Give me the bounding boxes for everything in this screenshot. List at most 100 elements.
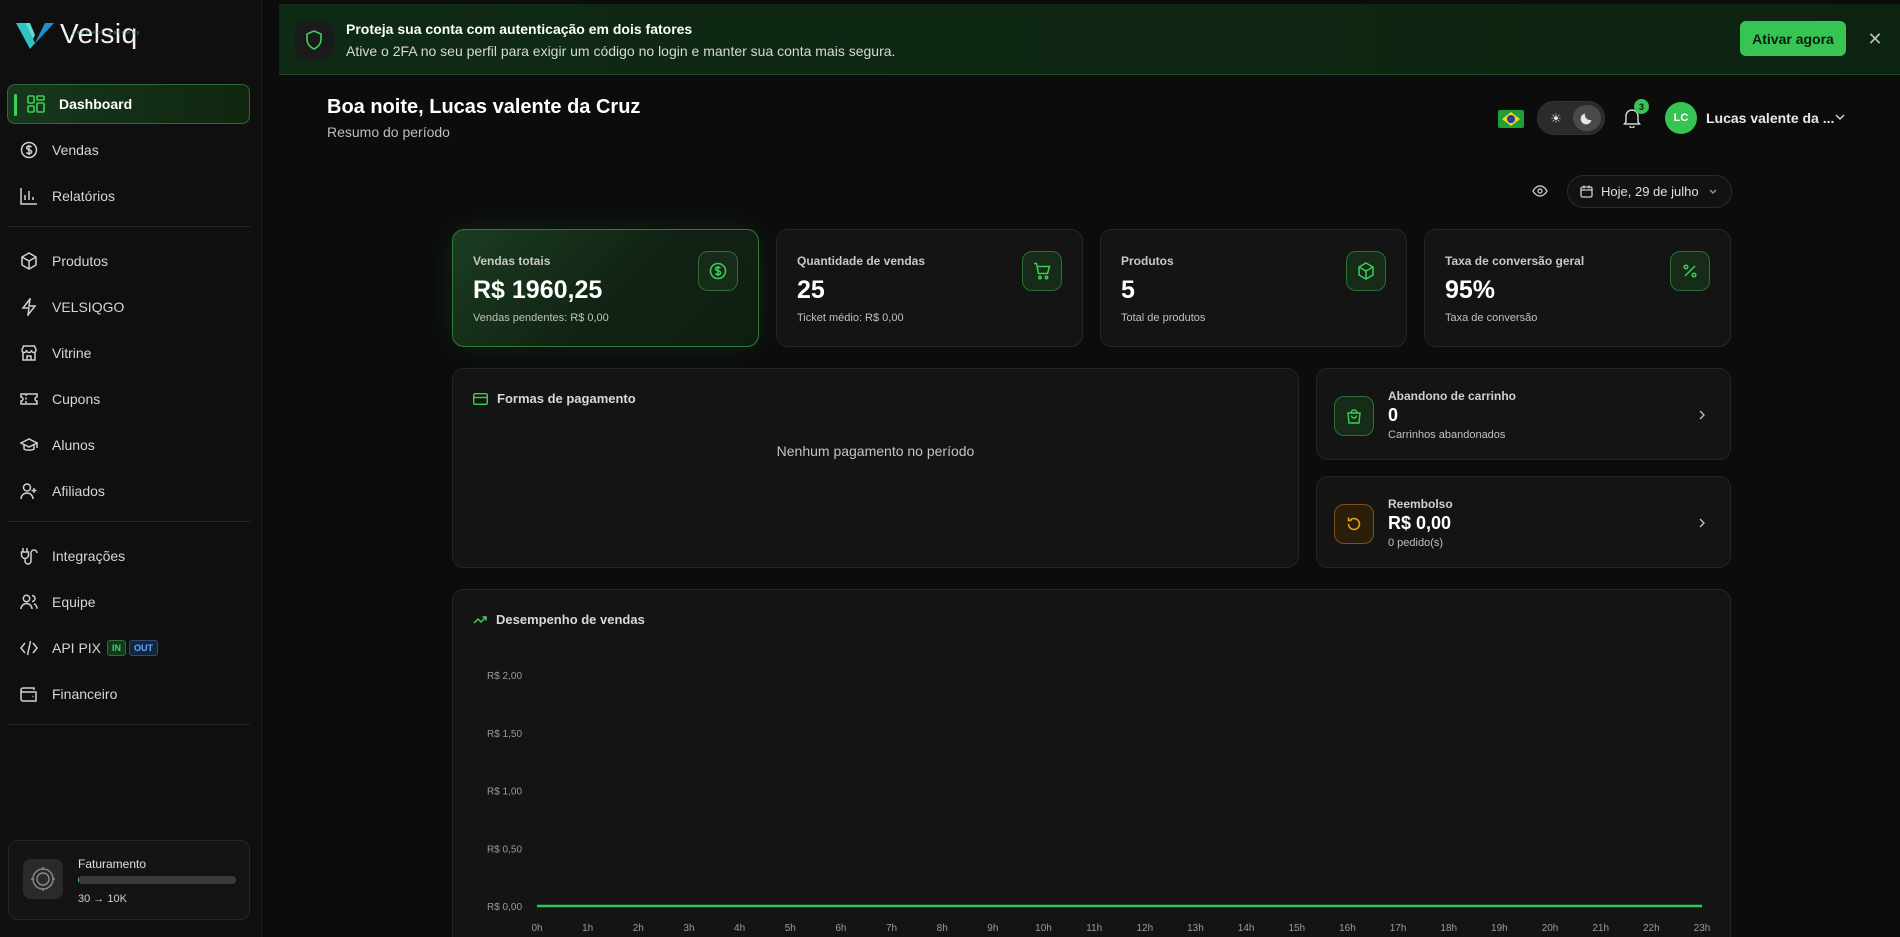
sidebar-item-afiliados[interactable]: Afiliados [7,471,250,511]
avatar[interactable]: LC [1665,102,1697,134]
sidebar-item-dashboard[interactable]: Dashboard [7,84,250,124]
brand-tagline: payment gateway [72,30,142,36]
x-tick-label: 8h [937,923,948,934]
stat-value: 25 [797,276,825,304]
moon-icon[interactable] [1573,105,1601,131]
sidebar-item-alunos[interactable]: Alunos [7,425,250,465]
banner-text: Ative o 2FA no seu perfil para exigir um… [346,43,896,59]
x-tick-label: 6h [835,923,846,934]
stat-card-sales-count[interactable]: Quantidade de vendas 25 Ticket médio: R$… [776,229,1083,347]
x-tick-label: 10h [1035,923,1052,934]
sidebar-item-label: Vendas [52,142,99,158]
sidebar-item-equipe[interactable]: Equipe [7,582,250,622]
payment-methods-title: Formas de pagamento [473,391,636,406]
stat-card-products[interactable]: Produtos 5 Total de produtos [1100,229,1407,347]
brazil-flag-icon[interactable] [1498,110,1524,128]
x-tick-label: 16h [1339,923,1356,934]
chevron-right-icon[interactable] [1694,515,1710,531]
calendar-icon [1580,185,1593,198]
stat-card-total-sales[interactable]: Vendas totais R$ 1960,25 Vendas pendente… [452,229,759,347]
sidebar-item-financeiro[interactable]: Financeiro [7,674,250,714]
x-tick-label: 4h [734,923,745,934]
close-icon[interactable]: ✕ [1864,28,1886,50]
credit-card-icon [473,392,488,405]
x-tick-label: 22h [1643,923,1660,934]
abandon-value: 0 [1388,405,1399,425]
x-tick-label: 21h [1592,923,1609,934]
sales-performance-card: Desempenho de vendas R$ 2,00 R$ 1,50 R$ 1,… [452,589,1731,937]
stat-value: 5 [1121,276,1135,304]
percent-icon [1670,251,1710,291]
chevron-down-icon[interactable] [1832,109,1848,125]
api-out-badge: OUT [129,640,159,656]
stat-label: Produtos [1121,254,1174,268]
stat-label: Taxa de conversão geral [1445,254,1585,268]
sidebar-item-label: Alunos [52,437,95,453]
cart-abandon-card[interactable]: Abandono de carrinho 0 Carrinhos abandon… [1316,368,1731,460]
billing-progress-card[interactable]: Faturamento 30 → 10K [8,840,250,920]
refund-title: Reembolso [1388,497,1453,511]
y-tick-label: R$ 1,50 [487,729,522,740]
ticket-icon [19,389,39,409]
sidebar: Velsiq payment gateway Dashboard Vendas … [0,0,262,937]
code-icon [19,638,39,658]
sidebar-item-label: API PIX [52,640,102,656]
sidebar-item-integracoes[interactable]: Integrações [7,536,250,576]
sidebar-item-vitrine[interactable]: Vitrine [7,333,250,373]
sidebar-item-cupons[interactable]: Cupons [7,379,250,419]
billing-range: 30 → 10K [78,893,127,905]
sidebar-item-produtos[interactable]: Produtos [7,241,250,281]
sidebar-item-label: Equipe [52,594,96,610]
theme-toggle[interactable]: ☀ [1537,101,1605,135]
sales-performance-chart: R$ 2,00 R$ 1,50 R$ 1,00 R$ 0,50 R$ 0,00 0h 1h 2… [487,671,1711,934]
date-filter-button[interactable]: Hoje, 29 de julho [1567,175,1732,208]
x-tick-label: 23h [1694,923,1711,934]
billing-progress-bar [78,876,236,884]
wallet-icon [19,684,39,704]
x-tick-label: 1h [582,923,593,934]
refund-value: R$ 0,00 [1388,513,1452,533]
activate-2fa-button[interactable]: Ativar agora [1740,21,1846,56]
refund-card[interactable]: Reembolso R$ 0,00 0 pedido(s) [1316,476,1731,568]
sidebar-item-label: Financeiro [52,686,118,702]
notification-count-badge: 3 [1634,99,1649,114]
x-tick-label: 20h [1542,923,1559,934]
stat-value: 95% [1445,276,1496,304]
x-tick-label: 9h [987,923,998,934]
shopping-bag-icon [1334,396,1374,436]
x-tick-label: 3h [683,923,694,934]
sidebar-item-api-pix[interactable]: API PIX IN OUT [7,628,250,668]
y-tick-label: R$ 0,50 [487,844,522,855]
x-tick-label: 17h [1390,923,1407,934]
sidebar-item-relatorios[interactable]: Relatórios [7,176,250,216]
sidebar-item-velsiqgo[interactable]: VELSIQGO [7,287,250,327]
chevron-right-icon[interactable] [1694,407,1710,423]
sidebar-item-label: Cupons [52,391,101,407]
sidebar-item-label: Dashboard [59,96,133,112]
refund-sub: 0 pedido(s) [1388,537,1444,549]
users-icon [19,592,39,612]
sidebar-item-label: VELSIQGO [52,299,125,315]
billing-badge-icon [23,859,63,899]
x-tick-label: 14h [1238,923,1255,934]
eye-icon[interactable] [1531,182,1549,200]
user-name[interactable]: Lucas valente da ... [1706,110,1834,126]
x-tick-label: 0h [531,923,542,934]
y-tick-label: R$ 2,00 [487,671,522,682]
page-title: Boa noite, Lucas valente da Cruz [327,96,641,118]
x-tick-label: 12h [1136,923,1153,934]
billing-progress-fill [78,876,79,884]
stat-card-conversion-rate[interactable]: Taxa de conversão geral 95% Taxa de conv… [1424,229,1731,347]
plug-icon [19,546,39,566]
x-tick-label: 15h [1288,923,1305,934]
banner-title: Proteja sua conta com autenticação em do… [346,21,693,37]
store-icon [19,343,39,363]
shield-icon [295,21,333,59]
x-tick-label: 18h [1440,923,1457,934]
dashboard-icon [26,94,46,114]
y-tick-label: R$ 0,00 [487,902,522,913]
sidebar-item-vendas[interactable]: Vendas [7,130,250,170]
sidebar-item-label: Integrações [52,548,126,564]
page-subtitle: Resumo do período [327,124,450,140]
sun-icon[interactable]: ☀ [1545,108,1567,130]
